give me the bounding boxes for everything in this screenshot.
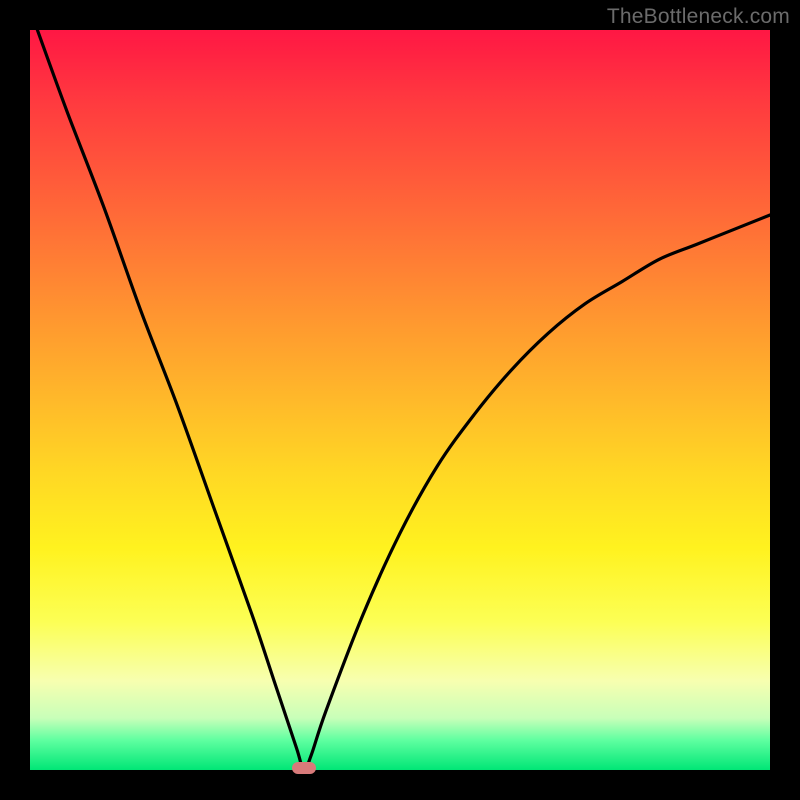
chart-frame: TheBottleneck.com [0,0,800,800]
minimum-marker [292,762,316,774]
bottleneck-curve [30,30,770,770]
plot-area [30,30,770,770]
watermark-text: TheBottleneck.com [607,5,790,29]
